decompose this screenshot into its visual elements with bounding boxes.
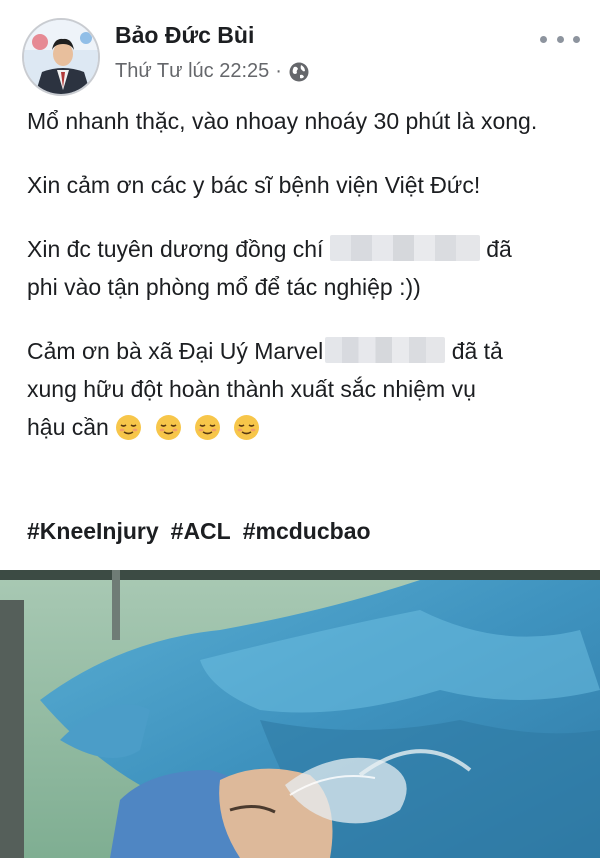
blurred-name — [329, 235, 480, 261]
meta-separator: · — [275, 60, 282, 82]
relieved-face-icon — [155, 415, 181, 440]
more-options-icon — [573, 35, 580, 43]
blurred-name — [325, 337, 446, 363]
more-options-icon — [540, 35, 547, 43]
post-timestamp[interactable]: Thứ Tư lúc 22:25 — [115, 60, 269, 83]
post-header: Bảo Đức Bùi Thứ Tư lúc 22:25 · — [0, 0, 600, 96]
p3-text-start: Xin đc tuyên dương đồng chí — [27, 236, 330, 262]
author-name[interactable]: Bảo Đức Bùi — [115, 22, 254, 49]
p4-text-start: Cảm ơn bà xã Đại Uý Marvel — [27, 338, 324, 364]
post-paragraph-4: Cảm ơn bà xã Đại Uý Marvel đã tả xung hữ… — [27, 332, 582, 446]
author-avatar[interactable] — [22, 18, 100, 96]
relieved-face-icon — [234, 415, 260, 440]
hashtag-kneeinjury[interactable]: #KneeInjury — [27, 518, 159, 545]
hashtag-acl[interactable]: #ACL — [171, 518, 231, 545]
more-options-button[interactable] — [540, 26, 580, 52]
post-text: Mổ nhanh thặc, vào nhoay nhoáy 30 phút l… — [27, 102, 582, 472]
more-options-icon — [556, 35, 564, 43]
relieved-face-icon — [116, 415, 142, 440]
hashtag-mcducbao[interactable]: #mcducbao — [243, 518, 371, 545]
hospital-photo-image — [0, 570, 600, 858]
p3-text-end: đã — [486, 236, 512, 262]
p3-line-2: phi vào tận phòng mổ để tác nghiệp :)) — [27, 274, 421, 300]
post-photo[interactable] — [0, 570, 600, 858]
hashtag-row: #KneeInjury #ACL #mcducbao — [27, 518, 371, 545]
globe-icon — [289, 62, 309, 81]
relieved-face-icon — [195, 415, 221, 440]
post-paragraph-2: Xin cảm ơn các y bác sĩ bệnh viện Việt Đ… — [27, 172, 481, 198]
post-paragraph-1: Mổ nhanh thặc, vào nhoay nhoáy 30 phút l… — [27, 108, 538, 134]
post-paragraph-3: Xin đc tuyên dương đồng chí đã phi vào t… — [27, 230, 582, 306]
post-meta: Thứ Tư lúc 22:25 · — [115, 60, 310, 83]
p4-text-end: đã tả — [451, 338, 503, 364]
p4-line-2: xung hữu đột hoàn thành xuất sắc nhiệm v… — [27, 376, 476, 402]
avatar-image — [24, 20, 98, 94]
emoji-row — [115, 414, 266, 440]
p4-line-3: hậu cần — [27, 414, 109, 440]
